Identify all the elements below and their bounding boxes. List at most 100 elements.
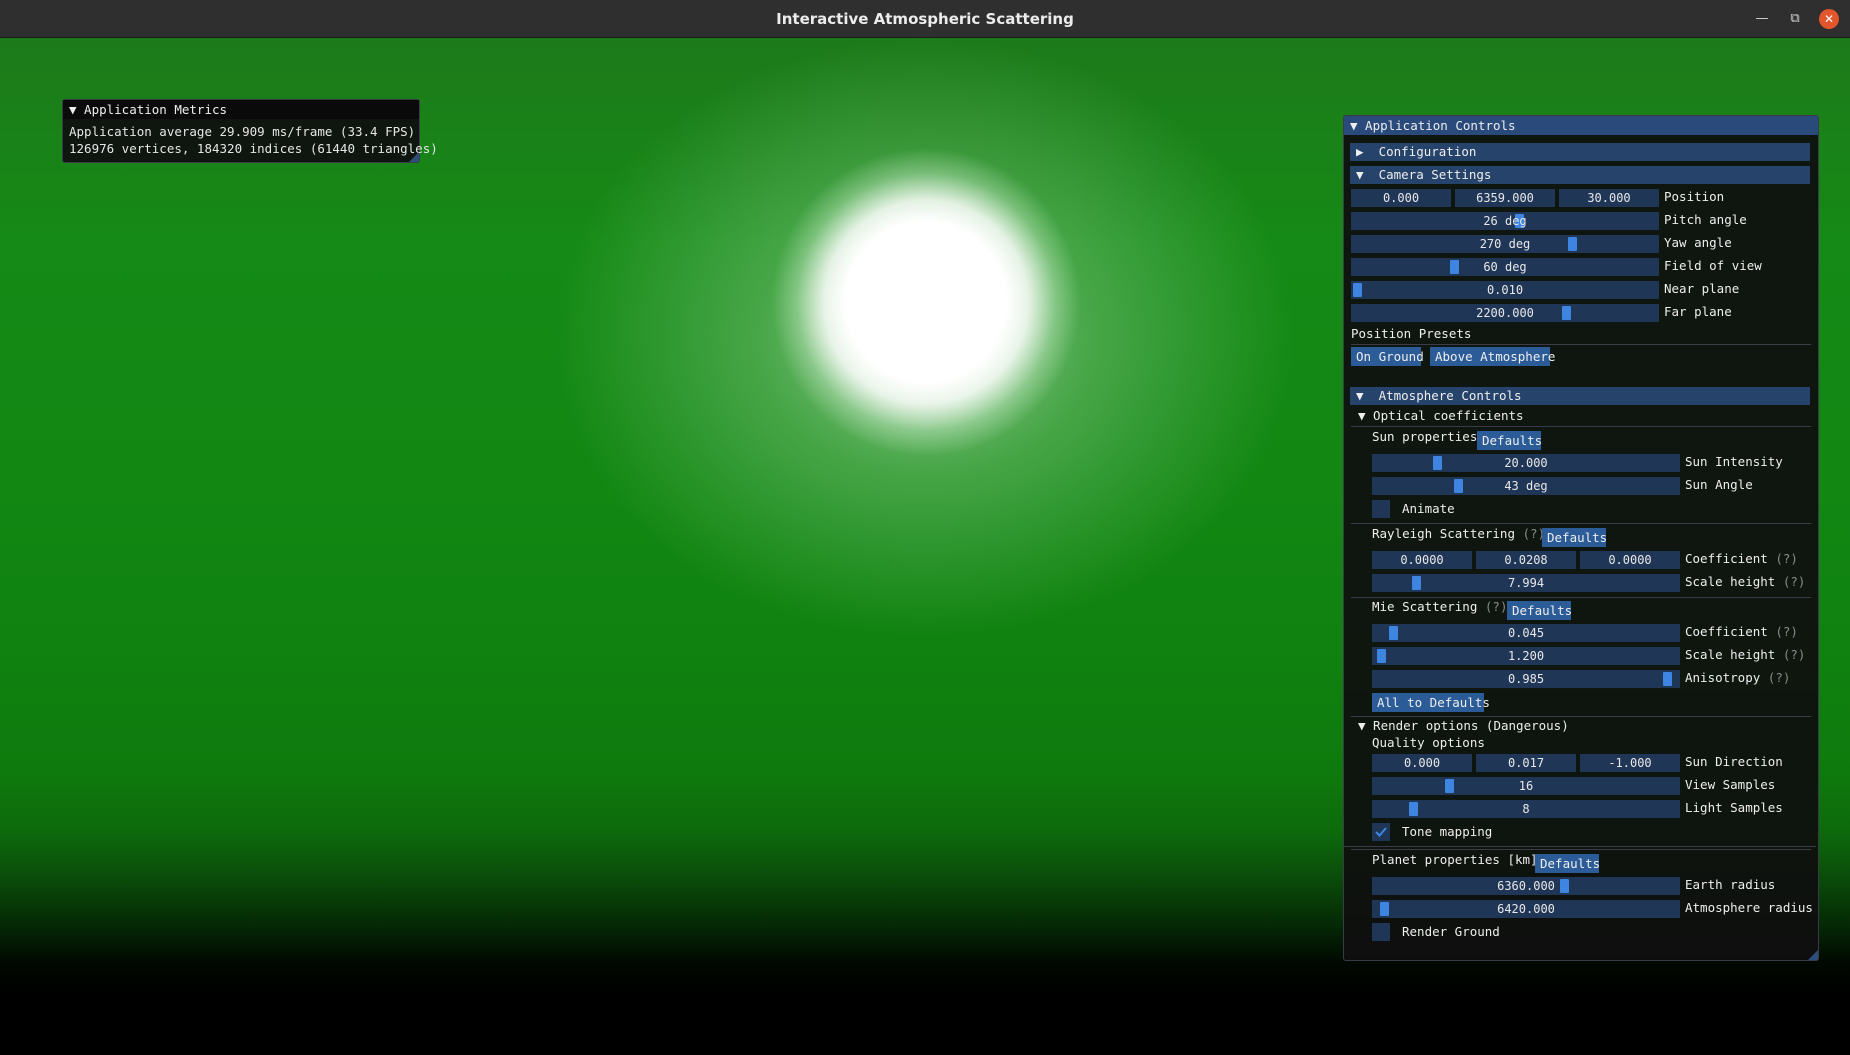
restore-icon[interactable]: ⧉ [1785, 9, 1805, 29]
slider-grab[interactable] [1568, 237, 1578, 251]
on-ground-button[interactable]: On Ground [1351, 347, 1424, 366]
tone-mapping-checkbox[interactable] [1372, 823, 1390, 841]
fov-label: Field of view [1664, 258, 1762, 273]
slider-grab[interactable] [1376, 649, 1386, 663]
atmosphere-radius-slider[interactable]: 6420.000 [1372, 900, 1680, 918]
yaw-slider[interactable]: 270 deg [1351, 235, 1659, 253]
rayleigh-label: Rayleigh Scattering (?) [1372, 526, 1546, 541]
pitch-label: Pitch angle [1664, 212, 1747, 227]
separator [1344, 846, 1816, 847]
quality-options-label: Quality options [1372, 735, 1485, 750]
sun-dir-z-field[interactable]: -1.000 [1580, 754, 1680, 772]
sun-dir-x-field[interactable]: 0.000 [1372, 754, 1472, 772]
sun-intensity-label: Sun Intensity [1685, 454, 1783, 469]
metrics-geometry: 126976 vertices, 184320 indices (61440 t… [69, 141, 438, 156]
help-icon[interactable]: (?) [1783, 574, 1806, 589]
optical-coefficients-tree[interactable]: ▼ Optical coefficients [1358, 408, 1524, 423]
separator [1351, 849, 1811, 850]
minimize-icon[interactable]: — [1752, 9, 1772, 29]
mie-coefficient-slider[interactable]: 0.045 [1372, 624, 1680, 642]
far-plane-label: Far plane [1664, 304, 1732, 319]
atmosphere-controls-header[interactable]: ▼ Atmosphere Controls [1350, 387, 1810, 405]
sun-properties-label: Sun properties [1372, 429, 1478, 444]
animate-checkbox[interactable] [1372, 500, 1390, 518]
rayleigh-defaults-button[interactable]: Defaults [1542, 528, 1607, 547]
checkmark-icon [1375, 827, 1387, 837]
rayleigh-coef-b-field[interactable]: 0.0000 [1580, 551, 1680, 569]
slider-grab[interactable] [1663, 672, 1673, 686]
light-samples-slider[interactable]: 8 [1372, 800, 1680, 818]
mie-scale-height-label: Scale height (?) [1685, 647, 1806, 662]
mie-anisotropy-label: Anisotropy (?) [1685, 670, 1791, 685]
slider-grab[interactable] [1409, 802, 1419, 816]
slider-grab[interactable] [1444, 779, 1454, 793]
position-presets-label: Position Presets [1351, 326, 1472, 341]
rayleigh-coefficient-label: Coefficient (?) [1685, 551, 1798, 566]
metrics-title[interactable]: ▼ Application Metrics [63, 100, 419, 119]
help-icon[interactable]: (?) [1775, 551, 1798, 566]
slider-grab[interactable] [1388, 626, 1398, 640]
separator [1351, 344, 1811, 345]
yaw-label: Yaw angle [1664, 235, 1732, 250]
mie-scale-height-slider[interactable]: 1.200 [1372, 647, 1680, 665]
earth-radius-label: Earth radius [1685, 877, 1776, 892]
separator [1351, 716, 1811, 717]
planet-defaults-button[interactable]: Defaults [1535, 854, 1600, 873]
sun-angle-label: Sun Angle [1685, 477, 1753, 492]
sun-dir-y-field[interactable]: 0.017 [1476, 754, 1576, 772]
sun-defaults-button[interactable]: Defaults [1477, 431, 1542, 450]
mie-anisotropy-slider[interactable]: 0.985 [1372, 670, 1680, 688]
position-label: Position [1664, 189, 1725, 204]
slider-grab[interactable] [1453, 479, 1463, 493]
fov-slider[interactable]: 60 deg [1351, 258, 1659, 276]
close-icon[interactable]: ✕ [1819, 9, 1839, 29]
controls-title[interactable]: ▼ Application Controls [1344, 116, 1818, 135]
sun-angle-slider[interactable]: 43 deg [1372, 477, 1680, 495]
earth-radius-slider[interactable]: 6360.000 [1372, 877, 1680, 895]
help-icon[interactable]: (?) [1768, 670, 1791, 685]
sun-direction-label: Sun Direction [1685, 754, 1783, 769]
position-y-field[interactable]: 6359.000 [1455, 189, 1555, 207]
configuration-header[interactable]: ▶ Configuration [1350, 143, 1810, 161]
render-options-tree[interactable]: ▼ Render options (Dangerous) [1358, 718, 1569, 733]
all-to-defaults-button[interactable]: All to Defaults [1372, 693, 1490, 712]
camera-settings-header[interactable]: ▼ Camera Settings [1350, 166, 1810, 184]
window-titlebar: Interactive Atmospheric Scattering — ⧉ ✕ [0, 0, 1850, 38]
slider-grab[interactable] [1450, 260, 1460, 274]
resize-grip[interactable] [1808, 950, 1818, 960]
render-ground-checkbox[interactable] [1372, 923, 1390, 941]
slider-grab[interactable] [1559, 879, 1569, 893]
above-atmosphere-button[interactable]: Above Atmosphere [1430, 347, 1555, 366]
mie-defaults-button[interactable]: Defaults [1507, 601, 1572, 620]
help-icon[interactable]: (?) [1783, 647, 1806, 662]
planet-properties-label: Planet properties [km] [1372, 852, 1538, 867]
slider-grab[interactable] [1562, 306, 1572, 320]
mie-coefficient-label: Coefficient (?) [1685, 624, 1798, 639]
rayleigh-scale-height-slider[interactable]: 7.994 [1372, 574, 1680, 592]
slider-grab[interactable] [1379, 902, 1389, 916]
near-plane-slider[interactable]: 0.010 [1351, 281, 1659, 299]
sun-disc [772, 148, 1080, 456]
position-x-field[interactable]: 0.000 [1351, 189, 1451, 207]
view-samples-slider[interactable]: 16 [1372, 777, 1680, 795]
pitch-slider[interactable]: 26 deg [1351, 212, 1659, 230]
render-ground-label: Render Ground [1402, 924, 1500, 939]
controls-window: ▼ Application Controls ▶ Configuration ▼… [1343, 115, 1819, 961]
near-plane-label: Near plane [1664, 281, 1740, 296]
rayleigh-coef-g-field[interactable]: 0.0208 [1476, 551, 1576, 569]
slider-grab[interactable] [1412, 576, 1422, 590]
light-samples-label: Light Samples [1685, 800, 1783, 815]
position-z-field[interactable]: 30.000 [1559, 189, 1659, 207]
sun-intensity-slider[interactable]: 20.000 [1372, 454, 1680, 472]
slider-grab[interactable] [1433, 456, 1442, 470]
tone-mapping-label: Tone mapping [1402, 824, 1493, 839]
resize-grip[interactable] [409, 152, 419, 162]
far-plane-slider[interactable]: 2200.000 [1351, 304, 1659, 322]
metrics-window: ▼ Application Metrics Application averag… [62, 99, 438, 163]
help-icon[interactable]: (?) [1775, 624, 1798, 639]
rayleigh-coef-r-field[interactable]: 0.0000 [1372, 551, 1472, 569]
slider-grab[interactable] [1353, 283, 1362, 297]
rayleigh-scale-height-label: Scale height (?) [1685, 574, 1806, 589]
mie-help-icon[interactable]: (?) [1485, 599, 1508, 614]
separator [1351, 597, 1811, 598]
